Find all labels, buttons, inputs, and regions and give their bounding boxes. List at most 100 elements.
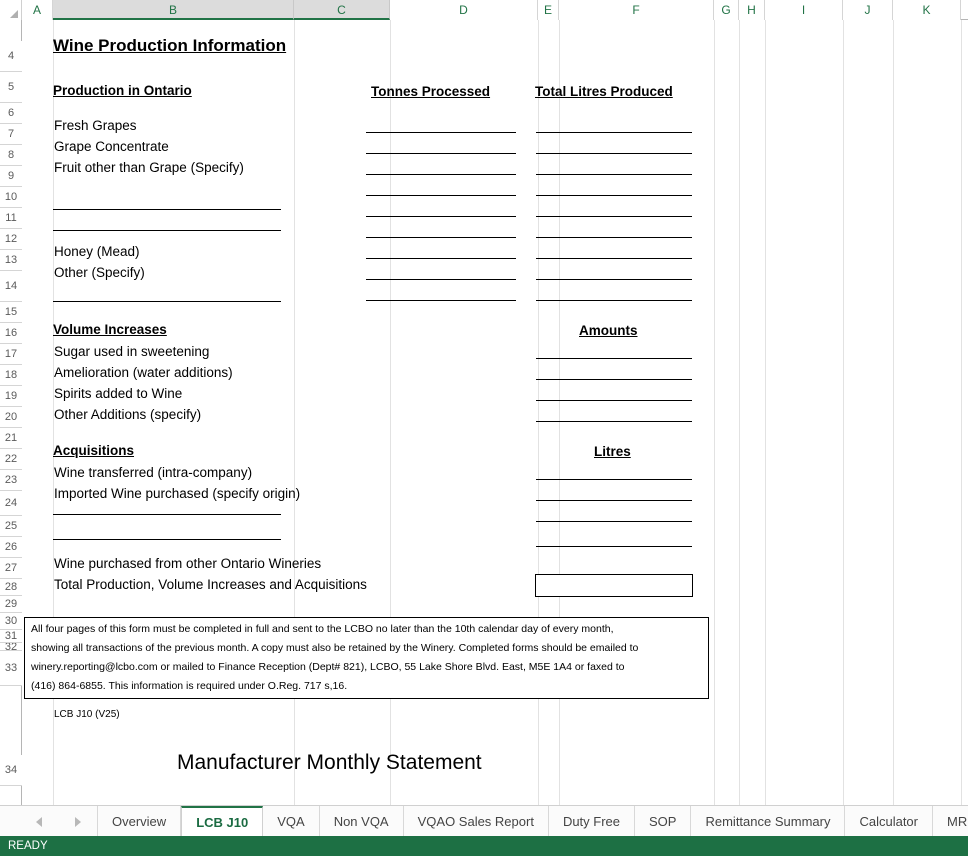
production-item-other-specify: Other (Specify)	[54, 265, 145, 280]
tonnes-input-line-4[interactable]	[366, 195, 516, 196]
column-header-e[interactable]: E	[538, 0, 559, 20]
column-header-c[interactable]: C	[294, 0, 390, 20]
acq-litres-input-line-1[interactable]	[536, 479, 692, 480]
sheet-tab-vqa[interactable]: VQA	[263, 806, 320, 837]
sheet-tab-non-vqa[interactable]: Non VQA	[319, 806, 404, 837]
column-header-b[interactable]: B	[53, 0, 294, 20]
amounts-input-line-2[interactable]	[536, 379, 692, 380]
scroll-left-icon[interactable]	[36, 816, 43, 827]
column-header-g[interactable]: G	[714, 0, 739, 20]
amounts-input-line-1[interactable]	[536, 358, 692, 359]
row-header-29[interactable]: 29	[0, 596, 22, 613]
sheet-tab-bar: Overview LCB J10 VQA Non VQA VQAO Sales Repo…	[0, 805, 968, 837]
production-writein-line-3[interactable]	[53, 301, 281, 302]
row-header-8[interactable]: 8	[0, 145, 22, 166]
column-header-k[interactable]: K	[893, 0, 961, 20]
sheet-tab-mrp[interactable]: MRP	[933, 806, 968, 837]
row-header-17[interactable]: 17	[0, 344, 22, 365]
sheet-tab-calculator[interactable]: Calculator	[845, 806, 933, 837]
row-header-10[interactable]: 10	[0, 187, 22, 208]
sheet-nav-buttons[interactable]	[20, 806, 98, 837]
row-header-13[interactable]: 13	[0, 250, 22, 271]
row-header-12[interactable]: 12	[0, 229, 22, 250]
row-header-34[interactable]: 34	[0, 755, 22, 786]
litres-input-line-3[interactable]	[536, 174, 692, 175]
row-header-28[interactable]: 28	[0, 579, 22, 596]
column-header-d[interactable]: D	[390, 0, 538, 20]
row-header-32[interactable]: 32	[0, 643, 22, 651]
column-header-total-litres-produced: Total Litres Produced	[535, 84, 673, 99]
amounts-input-line-3[interactable]	[536, 400, 692, 401]
volume-item-sugar: Sugar used in sweetening	[54, 344, 210, 359]
column-header-j[interactable]: J	[843, 0, 893, 20]
acquisitions-writein-line-1[interactable]	[53, 514, 281, 515]
row-header-20[interactable]: 20	[0, 407, 22, 428]
row-header-16[interactable]: 16	[0, 323, 22, 344]
page-title: Wine Production Information	[53, 36, 287, 55]
tonnes-input-line-1[interactable]	[366, 132, 516, 133]
sheet-tab-vqao-sales-report[interactable]: VQAO Sales Report	[403, 806, 549, 837]
sheet-tab-duty-free[interactable]: Duty Free	[548, 806, 636, 837]
tonnes-input-line-2[interactable]	[366, 153, 516, 154]
acq-litres-input-line-3[interactable]	[536, 521, 692, 522]
row-header-11[interactable]: 11	[0, 208, 22, 229]
gridline-vertical	[714, 20, 715, 805]
litres-input-line-4[interactable]	[536, 195, 692, 196]
tonnes-input-line-9[interactable]	[366, 300, 516, 301]
row-header-26[interactable]: 26	[0, 537, 22, 558]
row-header-31[interactable]: 31	[0, 630, 22, 643]
row-header-strip: 4 5 6 7 8 9 10 11 12 13 14 15 16 17 18 19 20 21 22 23 24 25 26…	[0, 20, 22, 805]
litres-input-line-1[interactable]	[536, 132, 692, 133]
row-header-6[interactable]: 6	[0, 103, 22, 124]
production-writein-line-1[interactable]	[53, 209, 281, 210]
sheet-tab-lcb-j10[interactable]: LCB J10	[181, 806, 264, 837]
row-header-19[interactable]: 19	[0, 386, 22, 407]
row-header-4[interactable]: 4	[0, 41, 22, 72]
sheet-tab-overview[interactable]: Overview	[98, 806, 182, 837]
volume-item-spirits: Spirits added to Wine	[54, 386, 183, 401]
select-all-triangle-icon	[10, 10, 18, 18]
row-header-5[interactable]: 5	[0, 72, 22, 103]
scroll-right-icon[interactable]	[74, 816, 81, 827]
litres-input-line-2[interactable]	[536, 153, 692, 154]
row-header-22[interactable]: 22	[0, 449, 22, 470]
row-header-14[interactable]: 14	[0, 271, 22, 302]
acq-litres-input-line-2[interactable]	[536, 500, 692, 501]
row-header-25[interactable]: 25	[0, 516, 22, 537]
column-header-litres: Litres	[594, 444, 631, 459]
litres-input-line-5[interactable]	[536, 216, 692, 217]
row-header-15[interactable]: 15	[0, 302, 22, 323]
row-header-7[interactable]: 7	[0, 124, 22, 145]
row-header-27[interactable]: 27	[0, 558, 22, 579]
tonnes-input-line-8[interactable]	[366, 279, 516, 280]
row-header-30[interactable]: 30	[0, 613, 22, 630]
amounts-input-line-4[interactable]	[536, 421, 692, 422]
litres-input-line-8[interactable]	[536, 279, 692, 280]
tonnes-input-line-3[interactable]	[366, 174, 516, 175]
sheet-tab-remittance-summary[interactable]: Remittance Summary	[691, 806, 846, 837]
tonnes-input-line-6[interactable]	[366, 237, 516, 238]
litres-input-line-6[interactable]	[536, 237, 692, 238]
worksheet-grid[interactable]: Wine Production Information Production i…	[22, 20, 968, 805]
select-all-corner[interactable]	[0, 0, 22, 20]
row-header-23[interactable]: 23	[0, 470, 22, 491]
production-writein-line-2[interactable]	[53, 230, 281, 231]
acq-litres-input-line-4[interactable]	[536, 546, 692, 547]
tonnes-input-line-5[interactable]	[366, 216, 516, 217]
litres-input-line-7[interactable]	[536, 258, 692, 259]
row-header-18[interactable]: 18	[0, 365, 22, 386]
acquisitions-writein-line-2[interactable]	[53, 539, 281, 540]
column-header-f[interactable]: F	[559, 0, 714, 20]
footer-title: Manufacturer Monthly Statement	[177, 751, 482, 774]
tonnes-input-line-7[interactable]	[366, 258, 516, 259]
column-header-a[interactable]: A	[22, 0, 53, 20]
row-header-24[interactable]: 24	[0, 491, 22, 516]
total-production-value-box[interactable]	[535, 574, 693, 597]
row-header-21[interactable]: 21	[0, 428, 22, 449]
sheet-tab-sop[interactable]: SOP	[635, 806, 692, 837]
column-header-h[interactable]: H	[739, 0, 765, 20]
litres-input-line-9[interactable]	[536, 300, 692, 301]
column-header-i[interactable]: I	[765, 0, 843, 20]
row-header-9[interactable]: 9	[0, 166, 22, 187]
row-header-33[interactable]: 33	[0, 651, 22, 686]
